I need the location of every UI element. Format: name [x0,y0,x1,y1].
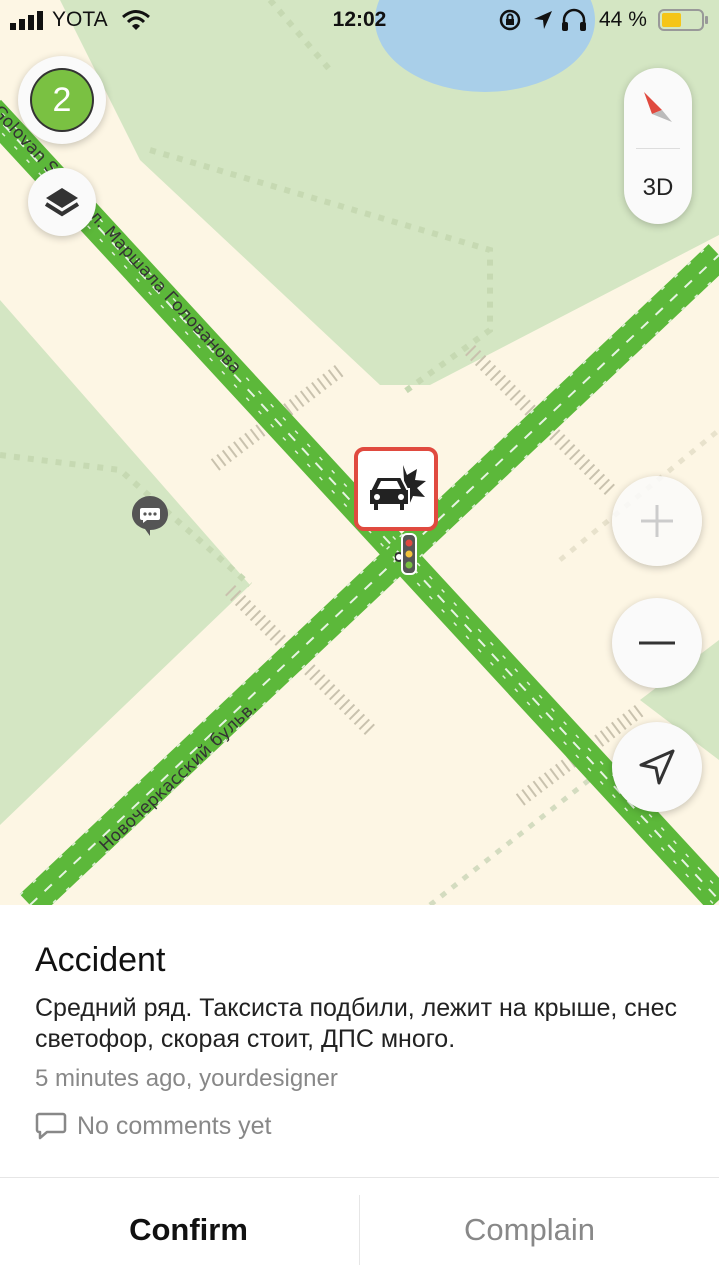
my-location-button[interactable] [612,722,702,812]
incident-marker[interactable] [354,447,438,531]
rotation-lock-icon [499,9,521,31]
incident-meta: 5 minutes ago, yourdesigner [35,1065,338,1092]
map-layers-button[interactable] [28,168,96,236]
layers-count-badge: 2 [32,70,92,130]
location-services-icon [534,11,552,29]
comment-pin-icon[interactable] [131,494,169,538]
incident-sheet: Accident Средний ряд. Таксиста подбили, … [0,905,719,1280]
incident-description: Средний ряд. Таксиста подбили, лежит на … [35,994,678,1053]
comments-link[interactable]: No comments yet [35,1110,272,1142]
street-label-golovanova: Golovan Street ул. Маршала Голованова [0,102,245,378]
complain-button[interactable]: Complain [350,1205,709,1255]
incident-title: Accident [35,941,166,979]
compass-button[interactable] [624,68,692,148]
layers-icon [44,188,80,217]
zoom-in-button[interactable] [612,476,702,566]
traffic-light-icon [394,533,419,577]
zoom-out-button[interactable] [612,598,702,688]
confirm-button[interactable]: Confirm [9,1205,368,1255]
comments-label: No comments yet [77,1111,272,1140]
minus-icon [639,641,675,645]
location-arrow-icon [639,749,675,785]
headphones-icon [562,8,586,31]
status-bar: YOTA 12:02 44 % [0,0,719,40]
compass-3d-control: 3D [624,68,692,224]
battery-icon [658,9,708,31]
map-view[interactable]: Golovan Street ул. Маршала Голованова Но… [0,0,719,905]
actions-divider [0,1177,719,1178]
compass-icon [644,92,672,122]
street-label-novocherkassky: Новочеркасский бульв. [96,698,262,856]
toggle-3d-button[interactable]: 3D [624,174,692,202]
battery-percent: 44 % [599,8,647,31]
car-crash-icon [368,465,426,512]
compass-separator [636,148,680,149]
plus-icon [641,505,673,537]
comment-icon [35,1112,67,1140]
